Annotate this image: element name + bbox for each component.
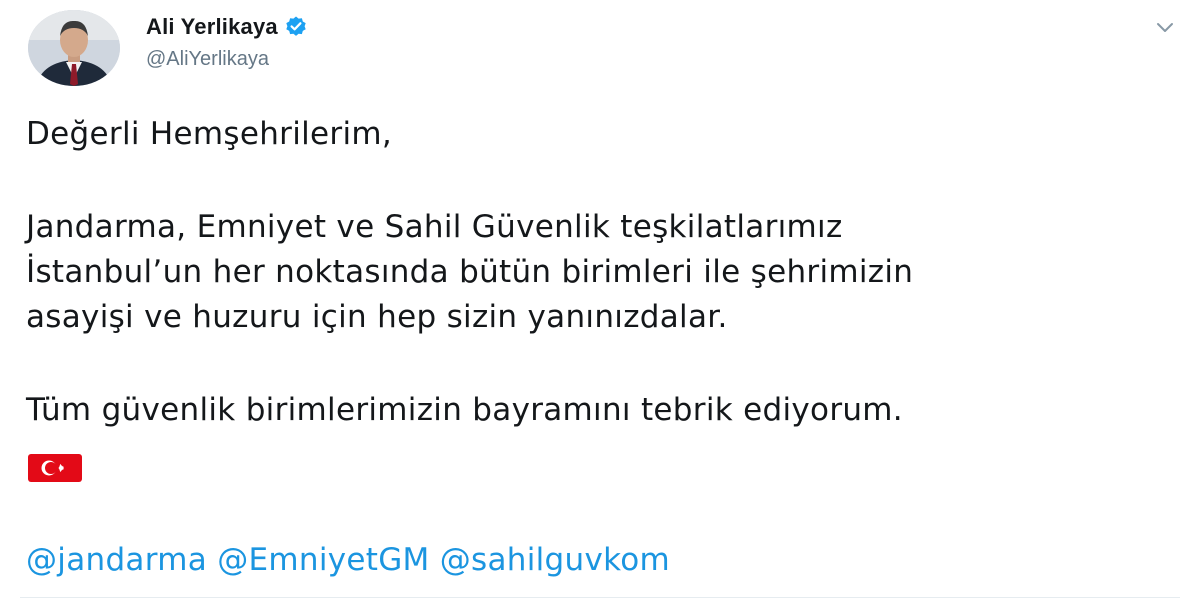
- chevron-down-icon: [1157, 23, 1173, 32]
- tweet-line: Değerli Hemşehrilerim,: [26, 116, 393, 152]
- tweet-card: Ali Yerlikaya @AliYerlikaya Değerli Hemş…: [0, 0, 1200, 600]
- verified-badge-icon: [284, 15, 308, 39]
- tweet-mentions: @jandarma @EmniyetGM @sahilguvkom: [26, 538, 670, 583]
- author-display-name[interactable]: Ali Yerlikaya: [146, 14, 278, 40]
- turkey-flag-icon: [28, 454, 82, 482]
- avatar-image: [28, 10, 120, 86]
- tweet-menu-button[interactable]: [1150, 12, 1180, 42]
- mention-link[interactable]: @sahilguvkom: [440, 542, 670, 578]
- tweet-text: Değerli Hemşehrilerim, Jandarma, Emniyet…: [26, 112, 1186, 433]
- mention-link[interactable]: @EmniyetGM: [217, 542, 429, 578]
- author-handle[interactable]: @AliYerlikaya: [146, 48, 269, 71]
- divider: [20, 597, 1180, 598]
- mention-link[interactable]: @jandarma: [26, 542, 207, 578]
- tweet-line: Jandarma, Emniyet ve Sahil Güvenlik teşk…: [26, 209, 843, 245]
- tweet-line: Tüm güvenlik birimlerimizin bayramını te…: [26, 392, 903, 428]
- author-row: Ali Yerlikaya: [146, 14, 308, 40]
- tweet-line: asayişi ve huzuru için hep sizin yanınız…: [26, 299, 728, 335]
- avatar[interactable]: [28, 10, 120, 86]
- tweet-line: İstanbul’un her noktasında bütün birimle…: [26, 254, 914, 290]
